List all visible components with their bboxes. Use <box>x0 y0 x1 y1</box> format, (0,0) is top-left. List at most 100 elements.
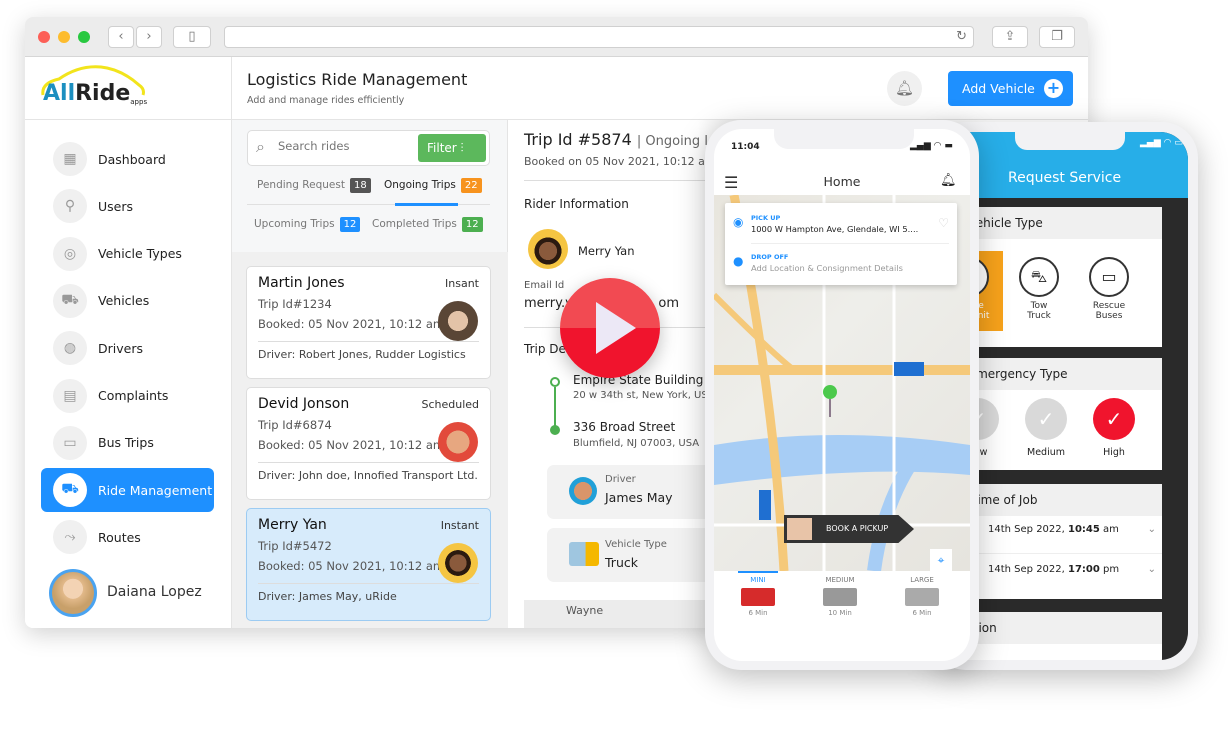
page-subtitle: Add and manage rides efficiently <box>247 95 405 106</box>
book-pickup-button[interactable]: BOOK A PICKUP <box>784 515 914 543</box>
forward-button[interactable]: › <box>136 26 162 48</box>
rider-avatar <box>438 301 478 341</box>
driver-avatar <box>569 477 597 505</box>
status-icons: ▂▄▆ ◠ ▭ <box>1140 138 1183 148</box>
tab-pending-request[interactable]: Pending Request 18 <box>257 178 371 193</box>
reload-icon[interactable]: ↻ <box>956 27 967 47</box>
minimize-window-button[interactable] <box>58 31 70 43</box>
tabs-icon[interactable]: ❐ <box>1039 26 1075 48</box>
eta-label: 6 Min <box>748 609 768 617</box>
heart-icon[interactable]: ♡ <box>938 216 949 230</box>
locate-me-icon[interactable]: ⌖ <box>930 549 952 571</box>
play-icon <box>596 302 636 354</box>
fingerprint-icon: ◎ <box>53 236 87 271</box>
share-icon[interactable]: ⇪ <box>992 26 1028 48</box>
time-date: 14th Sep 2022, <box>988 524 1068 535</box>
tab-ongoing-trips[interactable]: Ongoing Trips 22 <box>384 178 482 193</box>
time-value: 17:00 <box>1068 564 1100 575</box>
car-icon: ⛟ <box>53 283 87 318</box>
user-name[interactable]: Daiana Lopez <box>107 584 202 600</box>
allride-logo[interactable]: AllRideapps <box>41 65 147 106</box>
sidebar-item-routes[interactable]: ⤳ Routes <box>41 515 214 559</box>
pickup-address[interactable]: 1000 W Hampton Ave, Glendale, WI 5.... <box>751 224 918 234</box>
driver-label: Driver <box>605 474 636 485</box>
dropoff-pin-icon: ● <box>733 254 744 268</box>
play-video-button[interactable] <box>560 278 660 378</box>
emergency-option[interactable]: ✓ Medium <box>1016 398 1076 458</box>
email-label: Email Id <box>524 280 565 291</box>
bell-icon[interactable]: 🔔︎ <box>940 173 957 188</box>
emergency-label: Medium <box>1027 447 1065 458</box>
vehicle-type-option[interactable]: ▭ Rescue Buses <box>1075 251 1143 331</box>
phone1-notch <box>774 129 914 149</box>
vehicle-size-option[interactable]: MEDIUM 10 Min <box>800 573 880 617</box>
driver-name: James May <box>605 490 673 505</box>
ride-card[interactable]: Devid Jonson Scheduled Trip Id#6874 Booked:… <box>246 387 491 500</box>
tab-label: Ongoing Trips <box>384 179 456 191</box>
address-bar[interactable]: ↻ <box>224 26 974 48</box>
home-map[interactable]: ◉ PICK UP 1000 W Hampton Ave, Glendale, … <box>714 195 970 571</box>
ride-card[interactable]: Martin Jones Insant Trip Id#1234 Booked: 05… <box>246 266 491 379</box>
driver-info: Driver: Robert Jones, Rudder Logistics <box>258 341 479 361</box>
emergency-option[interactable]: ✓ High <box>1084 398 1144 458</box>
sidebar-item-label: Vehicle Types <box>98 246 182 262</box>
tab-upcoming-trips[interactable]: Upcoming Trips 12 <box>254 217 361 232</box>
rider-avatar <box>438 543 478 583</box>
maximize-window-button[interactable] <box>78 31 90 43</box>
sidebar-item-complaints[interactable]: ▤ Complaints <box>41 374 214 418</box>
time-ampm: am <box>1099 524 1119 535</box>
back-button[interactable]: ‹ <box>108 26 134 48</box>
steering-wheel-icon: ◍ <box>53 331 87 366</box>
sidebar-item-users[interactable]: ⚲ Users <box>41 184 214 228</box>
dropoff-label: DROP OFF <box>751 253 789 261</box>
tab-label: Completed Trips <box>372 218 457 230</box>
vehicle-size-label: MEDIUM <box>825 576 855 584</box>
chevron-down-icon[interactable]: ⌄ <box>1148 524 1156 535</box>
dropoff-input[interactable]: Add Location & Consignment Details <box>751 263 903 273</box>
sidebar-divider <box>25 119 232 120</box>
sidebar-item-drivers[interactable]: ◍ Drivers <box>41 326 214 370</box>
logo-text-ride: Ride <box>75 81 131 106</box>
pickup-dropoff-card[interactable]: ◉ PICK UP 1000 W Hampton Ave, Glendale, … <box>725 203 957 285</box>
sidebar-item-label: Dashboard <box>98 151 166 167</box>
vehicle-size-option[interactable]: MINI 6 Min <box>718 571 798 617</box>
sidebar-item-vehicle-types[interactable]: ◎ Vehicle Types <box>41 232 214 276</box>
sidebar-item-bus-trips[interactable]: ▭ Bus Trips <box>41 421 214 465</box>
tab-count-badge: 18 <box>349 178 371 193</box>
rider-avatar <box>528 229 568 269</box>
sidebar-item-ride-management[interactable]: ⛟ Ride Management <box>41 468 214 513</box>
add-vehicle-button[interactable]: Add Vehicle + <box>948 71 1073 106</box>
user-avatar[interactable] <box>49 569 97 617</box>
email-part-2: om <box>658 296 679 311</box>
vehicle-type-value: Truck <box>605 555 638 570</box>
sidebar-toggle-icon[interactable]: ▯ <box>173 26 211 48</box>
bell-icon[interactable]: 🔔︎ <box>887 71 922 106</box>
sidebar-item-vehicles[interactable]: ⛟ Vehicles <box>41 279 214 323</box>
trip-map[interactable]: Wayne <box>524 600 724 628</box>
request-service-title: Request Service <box>1008 170 1122 186</box>
vehicle-type-option[interactable]: ⛍ Tow Truck <box>1005 251 1073 331</box>
ride-card[interactable]: Merry Yan Instant Trip Id#5472 Booked: 05 N… <box>246 508 491 621</box>
chevron-down-icon[interactable]: ⌄ <box>1148 564 1156 575</box>
route-line <box>554 387 556 427</box>
bus-icon: ▭ <box>53 425 87 460</box>
search-box: ⌕ Filter ⫶ <box>247 130 490 166</box>
sidebar-item-dashboard[interactable]: ▦ Dashboard <box>41 137 214 181</box>
browser-titlebar: ‹ › ▯ ↻ ⇪ ❐ <box>25 17 1088 57</box>
ride-type: Instant <box>440 519 479 532</box>
rider-heading: Rider Information <box>524 197 629 211</box>
driver-photo <box>787 518 812 540</box>
tab-label: Upcoming Trips <box>254 218 335 230</box>
pickup-label: PICK UP <box>751 214 781 222</box>
tab-label: Pending Request <box>257 179 345 191</box>
tab-completed-trips[interactable]: Completed Trips 12 <box>372 217 483 232</box>
close-window-button[interactable] <box>38 31 50 43</box>
active-tab-indicator <box>395 203 458 206</box>
search-input[interactable] <box>278 139 408 153</box>
filter-button[interactable]: Filter ⫶ <box>418 134 486 162</box>
destination-title: 336 Broad Street <box>573 420 676 434</box>
active-indicator <box>738 571 778 573</box>
trip-details-heading: Trip De <box>524 342 566 356</box>
tow-truck-icon: ⛍ <box>1019 257 1059 297</box>
vehicle-size-option[interactable]: LARGE 6 Min <box>882 573 962 617</box>
